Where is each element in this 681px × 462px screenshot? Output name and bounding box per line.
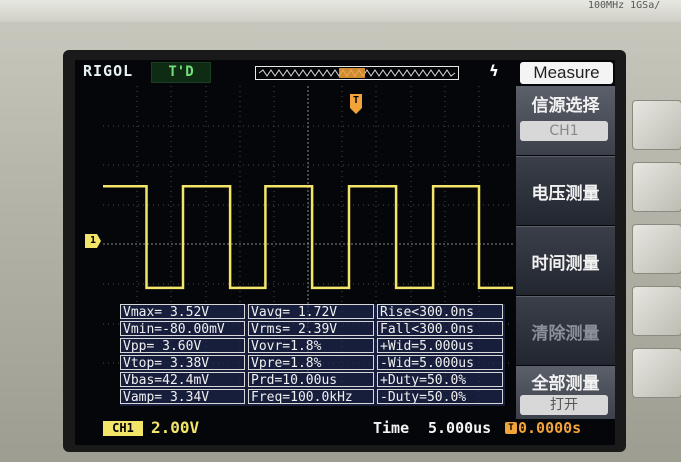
trigger-offset-value: 0.0000s (518, 419, 582, 437)
menu-title: Measure (520, 62, 613, 84)
softkey-2[interactable] (632, 162, 681, 212)
menu-clear-label: 清除测量 (531, 324, 600, 344)
bottom-status-bar: CH1 2.00V Time 5.000us T 0.0000s (75, 418, 615, 445)
meas-vbas: Vbas=42.4mV (120, 372, 245, 387)
meas-vtop: Vtop= 3.38V (120, 355, 245, 370)
menu-all-value: 打开 (520, 395, 608, 415)
menu-time-measure[interactable]: 时间测量 (516, 226, 615, 295)
status-bar: RIGOL T'D ϟ Measure (75, 60, 615, 84)
oscilloscope-screen: RIGOL T'D ϟ Measure 1 T Vmax= 3.52V Vmin… (75, 60, 615, 445)
meas-freq: Freq=100.0kHz (248, 389, 374, 404)
meas-vmin: Vmin=-80.00mV (120, 321, 245, 336)
menu-source-value: CH1 (520, 121, 608, 141)
meas-vmax: Vmax= 3.52V (120, 304, 245, 319)
menu-voltage-measure[interactable]: 电压测量 (516, 156, 615, 225)
meas-vovr: Vovr=1.8% (248, 338, 374, 353)
ch1-volts-per-div: 2.00V (151, 418, 200, 437)
softkey-1[interactable] (632, 100, 681, 150)
meas-neg-width: -Wid=5.000us (377, 355, 503, 370)
softkey-3[interactable] (632, 224, 681, 274)
ch1-badge: CH1 (103, 421, 143, 436)
memory-depth-indicator (255, 66, 459, 80)
softkey-4[interactable] (632, 286, 681, 336)
menu-softkey-column (628, 100, 681, 462)
menu-time-label: 时间测量 (531, 254, 600, 274)
measurement-panel: Vmax= 3.52V Vmin=-80.00mV Vpp= 3.60V Vto… (120, 304, 505, 406)
measure-menu: 信源选择 CH1 电压测量 时间测量 清除测量 全部测量 打开 (516, 86, 615, 419)
meas-pos-width: +Wid=5.000us (377, 338, 503, 353)
meas-vpre: Vpre=1.8% (248, 355, 374, 370)
menu-voltage-label: 电压测量 (531, 184, 600, 204)
ch1-ground-marker: 1 (85, 234, 101, 248)
meas-vpp: Vpp= 3.60V (120, 338, 245, 353)
menu-source-label: 信源选择 (531, 96, 600, 116)
bezel-top-strip: 100MHz 1GSa/ (0, 0, 681, 22)
meas-vamp: Vamp= 3.34V (120, 389, 245, 404)
menu-source-select[interactable]: 信源选择 CH1 (516, 86, 615, 155)
meas-fall: Fall<300.0ns (377, 321, 503, 336)
menu-all-label: 全部测量 (531, 374, 600, 394)
meas-neg-duty: -Duty=50.0% (377, 389, 503, 404)
trigger-offset-icon: T (505, 422, 517, 434)
trigger-status: T'D (151, 62, 211, 83)
bandwidth-label: 100MHz 1GSa/ (588, 0, 661, 11)
trigger-edge-icon: ϟ (489, 62, 499, 80)
meas-vavg: Vavg= 1.72V (248, 304, 374, 319)
meas-rise: Rise<300.0ns (377, 304, 503, 319)
menu-all-measure[interactable]: 全部测量 打开 (516, 366, 615, 419)
brand-logo: RIGOL (83, 62, 134, 80)
meas-prd: Prd=10.00us (248, 372, 374, 387)
meas-pos-duty: +Duty=50.0% (377, 372, 503, 387)
menu-clear-measure[interactable]: 清除测量 (516, 296, 615, 365)
softkey-5[interactable] (632, 348, 681, 398)
timebase-value: 5.000us (428, 419, 492, 437)
meas-vrms: Vrms= 2.39V (248, 321, 374, 336)
timebase-label: Time (373, 419, 410, 437)
